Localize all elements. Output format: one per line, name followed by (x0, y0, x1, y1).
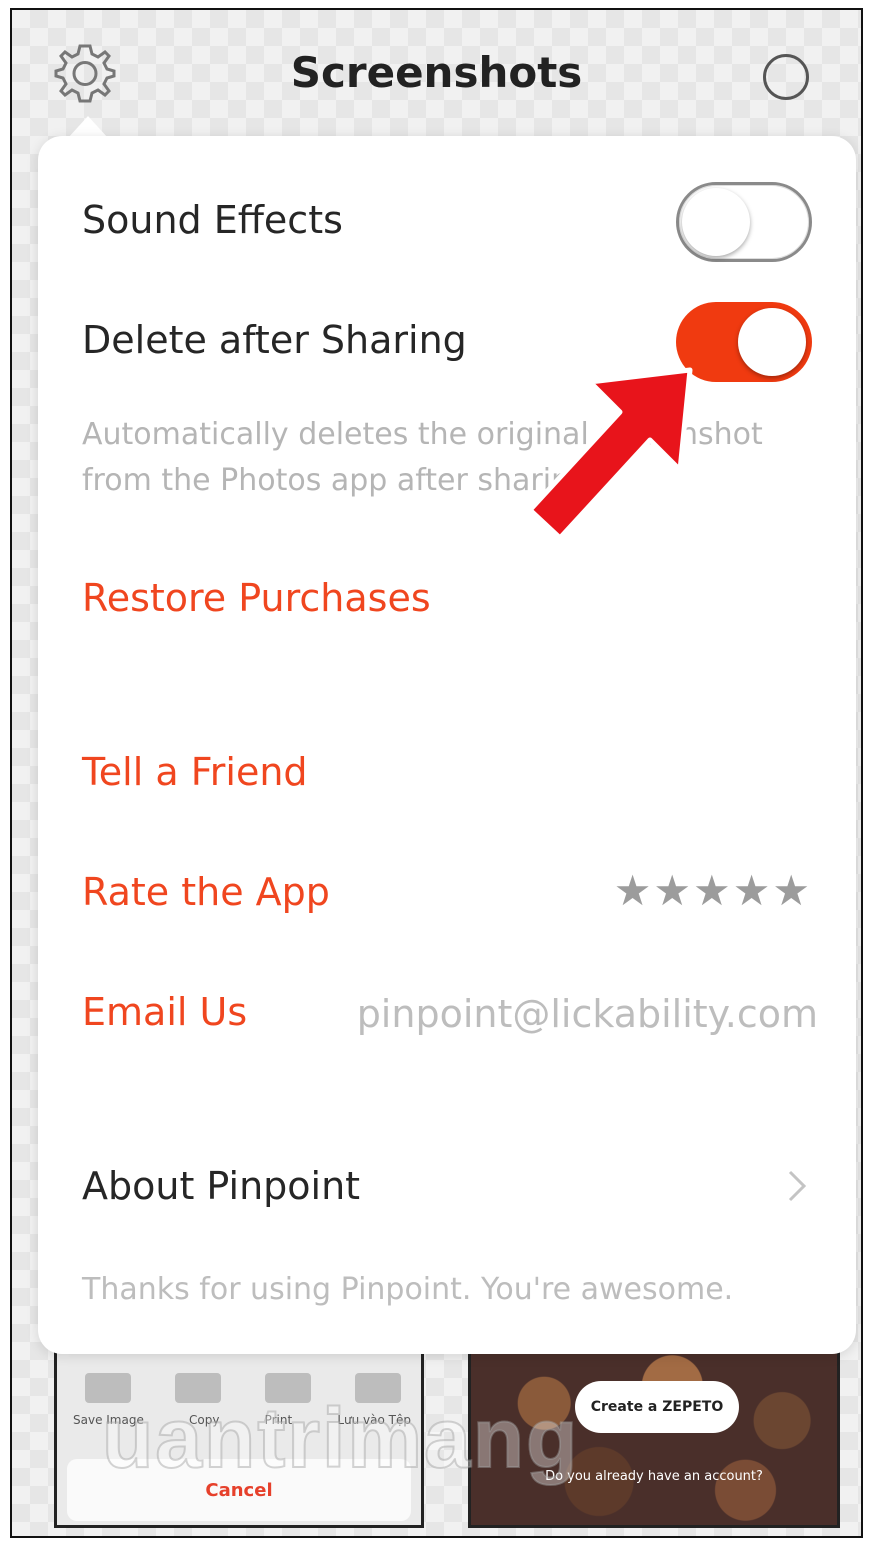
header: Screenshots (12, 10, 861, 130)
sound-effects-label: Sound Effects (82, 198, 343, 242)
delete-after-sharing-label: Delete after Sharing (82, 318, 467, 362)
email-address: pinpoint@lickability.com (356, 992, 818, 1036)
settings-popover: Sound Effects Delete after Sharing Autom… (38, 136, 856, 1354)
about-pinpoint-item[interactable]: About Pinpoint (82, 1164, 360, 1208)
toggle-knob (682, 188, 750, 256)
thanks-footer: Thanks for using Pinpoint. You're awesom… (82, 1272, 734, 1307)
rate-the-app-link[interactable]: Rate the App (82, 870, 330, 914)
page-title: Screenshots (290, 48, 583, 97)
sound-effects-toggle[interactable] (676, 182, 812, 262)
circle-icon[interactable] (763, 54, 809, 100)
popover-notch (68, 116, 108, 138)
watermark: uantrimang (101, 1390, 580, 1486)
star-rating[interactable]: ★★★★★ (614, 866, 812, 915)
chevron-right-icon (782, 1166, 812, 1206)
annotation-arrow-icon (512, 360, 712, 560)
tell-a-friend-link[interactable]: Tell a Friend (82, 750, 308, 794)
email-us-link[interactable]: Email Us (82, 990, 247, 1034)
app-screen: Screenshots Save Image Copy Print Lưu và… (10, 8, 863, 1538)
toggle-knob (738, 308, 806, 376)
restore-purchases-link[interactable]: Restore Purchases (82, 576, 431, 620)
